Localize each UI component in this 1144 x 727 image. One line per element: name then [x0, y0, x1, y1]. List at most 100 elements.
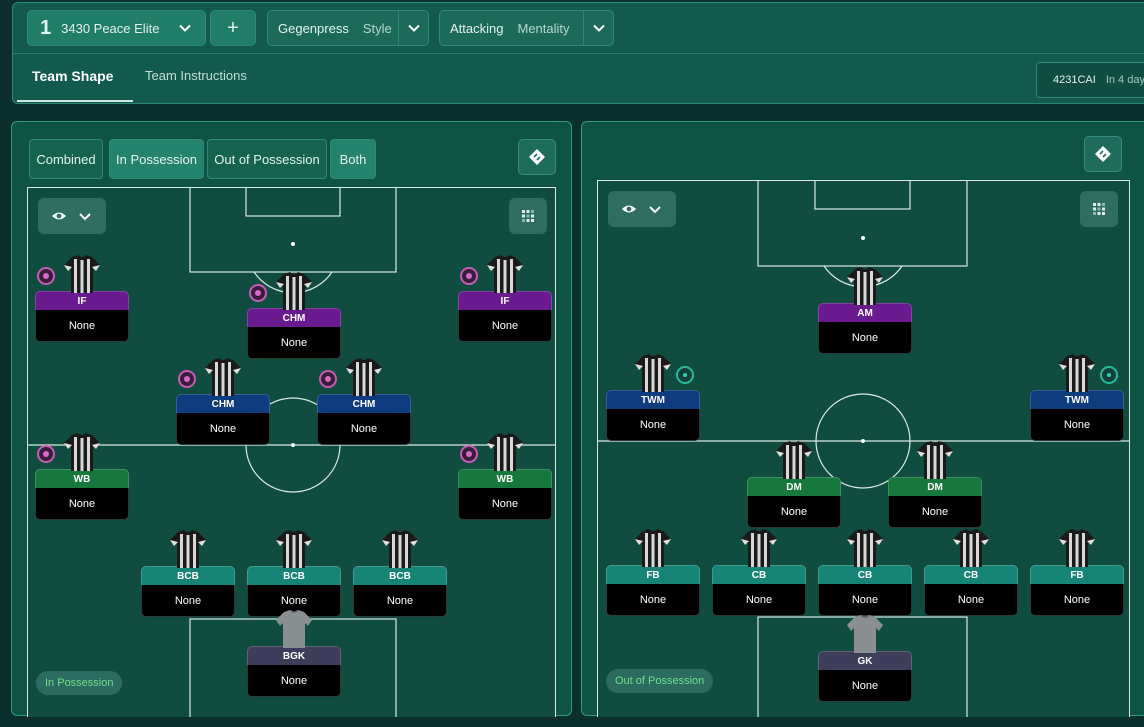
player-role: FB [606, 565, 700, 584]
active-tab-indicator [17, 100, 133, 102]
mentality-label: Mentality [517, 20, 570, 36]
player-slot-left-11[interactable]: BGK None [247, 610, 341, 697]
chevron-down-icon[interactable] [398, 11, 428, 45]
goalkeeper-shirt-icon [276, 610, 312, 648]
player-slot-left-10[interactable]: BCB None [353, 530, 447, 617]
shirt-icon [382, 530, 418, 568]
player-name: None [818, 670, 912, 702]
player-name: None [35, 488, 129, 520]
player-name: None [247, 327, 341, 359]
grid-view-button[interactable] [1080, 191, 1118, 227]
shirt-icon [205, 358, 241, 396]
duty-badge-icon[interactable] [319, 370, 337, 388]
visibility-toggle[interactable] [38, 198, 106, 234]
player-slot-right-7[interactable]: CB None [712, 529, 806, 616]
player-role: CB [818, 565, 912, 584]
shirt-icon [1059, 529, 1095, 567]
player-slot-left-5[interactable]: CHM None [317, 358, 411, 445]
eye-icon [622, 205, 636, 213]
player-slot-left-7[interactable]: WB None [458, 433, 552, 520]
player-slot-left-2[interactable]: CHM None [247, 272, 341, 359]
swap-view-icon[interactable] [518, 139, 556, 175]
style-selector[interactable]: Gegenpress Style [267, 10, 429, 46]
player-slot-left-4[interactable]: CHM None [176, 358, 270, 445]
duty-badge-icon[interactable] [460, 445, 478, 463]
player-role: CB [924, 565, 1018, 584]
player-role: TWM [1030, 390, 1124, 409]
player-slot-right-5[interactable]: DM None [888, 441, 982, 528]
duty-badge-icon[interactable] [178, 370, 196, 388]
grid-icon [522, 210, 534, 222]
shirt-icon [917, 441, 953, 479]
tab-team-instructions[interactable]: Team Instructions [145, 68, 247, 83]
segment-both[interactable]: Both [330, 139, 376, 179]
chevron-down-icon[interactable] [583, 11, 613, 45]
phase-label: Out of Possession [606, 669, 714, 693]
segment-out-of-possession[interactable]: Out of Possession [207, 139, 327, 179]
shirt-icon [487, 433, 523, 471]
player-name: None [924, 584, 1018, 616]
player-slot-left-8[interactable]: BCB None [141, 530, 235, 617]
player-role: DM [888, 477, 982, 496]
player-name: None [1030, 409, 1124, 441]
player-name: None [606, 409, 700, 441]
player-role: BCB [353, 566, 447, 585]
player-slot-left-3[interactable]: IF None [458, 255, 552, 342]
player-name: None [247, 665, 341, 697]
player-role: WB [458, 469, 552, 488]
match-time: In 4 days [1105, 74, 1144, 86]
shirt-icon [170, 530, 206, 568]
player-slot-right-2[interactable]: TWM None [606, 354, 700, 441]
tactic-name: 3430 Peace Elite [61, 20, 160, 36]
player-slot-right-3[interactable]: TWM None [1030, 354, 1124, 441]
shirt-icon [487, 255, 523, 293]
shirt-icon [847, 529, 883, 567]
duty-badge-icon[interactable] [37, 445, 55, 463]
duty-badge-icon[interactable] [460, 267, 478, 285]
player-name: None [606, 584, 700, 616]
grid-view-button[interactable] [509, 198, 547, 234]
duty-badge-icon[interactable] [1100, 366, 1118, 384]
player-role: WB [35, 469, 129, 488]
tactic-selector[interactable]: 1 3430 Peace Elite [27, 10, 206, 46]
segment-in-possession[interactable]: In Possession [109, 139, 204, 179]
visibility-toggle[interactable] [608, 191, 676, 227]
player-name: None [317, 413, 411, 445]
phase-label: In Possession [36, 671, 123, 695]
style-label: Style [362, 20, 392, 36]
player-slot-right-8[interactable]: CB None [818, 529, 912, 616]
player-name: None [458, 488, 552, 520]
player-slot-right-9[interactable]: CB None [924, 529, 1018, 616]
player-slot-right-4[interactable]: DM None [747, 441, 841, 528]
player-slot-left-1[interactable]: IF None [35, 255, 129, 342]
player-role: BGK [247, 646, 341, 665]
player-slot-right-1[interactable]: AM None [818, 267, 912, 354]
tactics-header: 1 3430 Peace Elite + Gegenpress Style At… [12, 2, 1144, 104]
player-name: None [747, 496, 841, 528]
chevron-down-icon[interactable] [165, 11, 205, 45]
duty-badge-icon[interactable] [37, 267, 55, 285]
shirt-icon [276, 272, 312, 310]
tab-team-shape[interactable]: Team Shape [32, 68, 113, 84]
player-slot-left-6[interactable]: WB None [35, 433, 129, 520]
tab-bar: Team Shape Team Instructions 4231CAI In … [13, 54, 1144, 104]
upcoming-match-card[interactable]: 4231CAI In 4 days [1036, 62, 1144, 98]
segment-combined[interactable]: Combined [29, 139, 103, 179]
duty-badge-icon[interactable] [676, 366, 694, 384]
swap-view-icon[interactable] [1084, 136, 1122, 172]
player-role: GK [818, 651, 912, 670]
grid-icon [1093, 203, 1105, 215]
shirt-icon [635, 354, 671, 392]
player-slot-right-6[interactable]: FB None [606, 529, 700, 616]
player-role: CHM [317, 394, 411, 413]
add-tactic-button[interactable]: + [210, 10, 256, 46]
player-slot-right-11[interactable]: GK None [818, 615, 912, 702]
chevron-down-icon [79, 213, 91, 221]
player-slot-right-10[interactable]: FB None [1030, 529, 1124, 616]
player-role: CHM [176, 394, 270, 413]
duty-badge-icon[interactable] [249, 284, 267, 302]
player-role: TWM [606, 390, 700, 409]
mentality-selector[interactable]: Attacking Mentality [439, 10, 614, 46]
goalkeeper-shirt-icon [847, 615, 883, 653]
player-name: None [141, 585, 235, 617]
